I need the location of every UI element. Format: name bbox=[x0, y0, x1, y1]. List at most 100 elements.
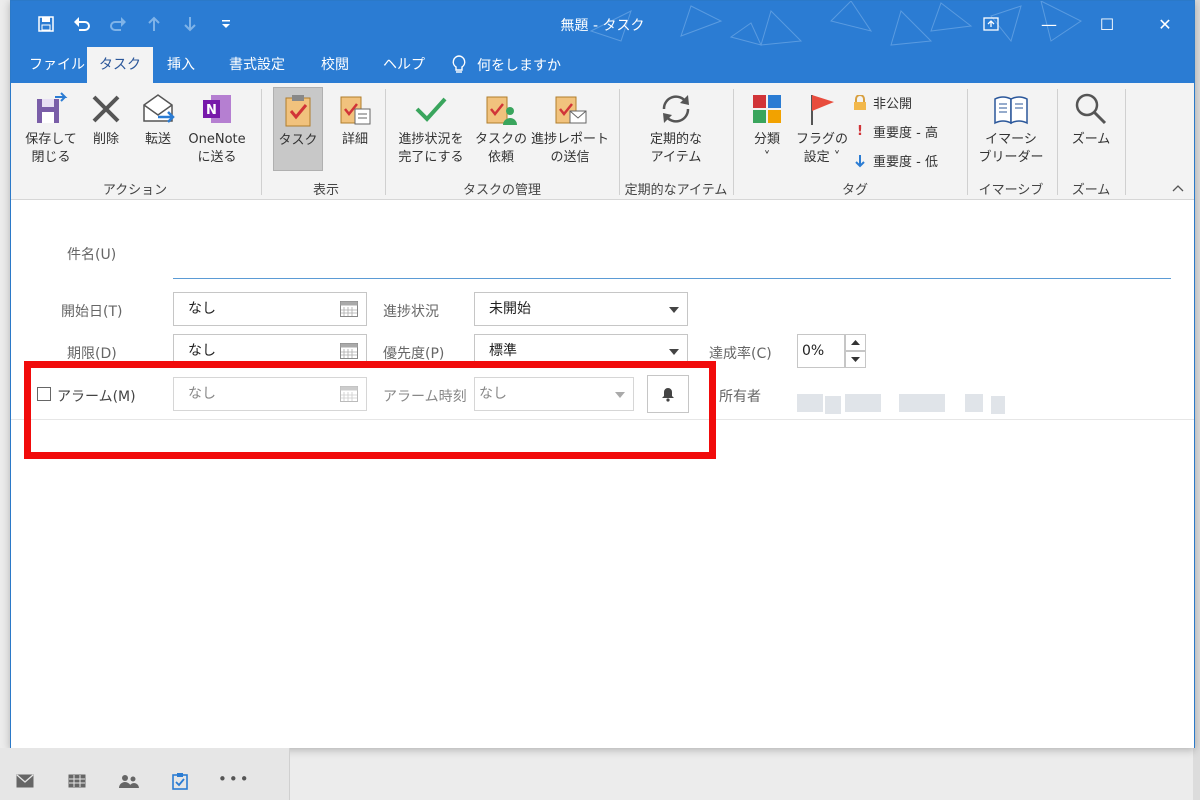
close-button[interactable]: ✕ bbox=[1136, 1, 1194, 47]
immersive-reader-label-2: ブリーダー bbox=[978, 150, 1044, 165]
collapse-ribbon-icon[interactable] bbox=[1172, 181, 1184, 195]
save-close-label-1: 保存して bbox=[25, 132, 77, 147]
start-date-field[interactable]: なし bbox=[173, 292, 367, 326]
tab-review[interactable]: 校閲 bbox=[309, 47, 361, 83]
tab-task[interactable]: タスク bbox=[87, 47, 153, 83]
owner-label: 所有者 bbox=[719, 389, 761, 405]
high-importance-button[interactable]: ! 重要度 - 高 bbox=[853, 122, 938, 141]
ribbon: 保存して 閉じる 削除 転送 N OneNote に送る アクション タスク 詳… bbox=[11, 83, 1194, 200]
increment-button[interactable] bbox=[845, 334, 866, 351]
follow-up-button[interactable]: フラグの 設定 ˅ bbox=[793, 91, 851, 167]
recurrence-label-2: アイテム bbox=[650, 150, 702, 165]
minimize-button[interactable]: — bbox=[1020, 1, 1078, 47]
zoom-label: ズーム bbox=[1071, 132, 1111, 147]
low-importance-icon bbox=[855, 154, 865, 167]
save-close-icon bbox=[37, 92, 68, 123]
tasks-nav-icon[interactable] bbox=[172, 772, 188, 794]
group-label-immersive: イマーシブ bbox=[978, 183, 1044, 198]
immersive-reader-button[interactable]: イマーシ ブリーダー bbox=[973, 91, 1049, 167]
calendar-icon[interactable] bbox=[340, 343, 358, 359]
window-controls: — ☐ ✕ bbox=[962, 1, 1194, 47]
people-icon[interactable] bbox=[118, 774, 140, 792]
group-separator bbox=[733, 89, 734, 195]
task-view-label: タスク bbox=[278, 133, 318, 148]
dropdown-arrow-icon bbox=[669, 349, 679, 355]
group-separator bbox=[967, 89, 968, 195]
group-label-manage: タスクの管理 bbox=[462, 183, 541, 198]
group-label-actions: アクション bbox=[102, 183, 168, 198]
checkmark-icon bbox=[415, 97, 447, 122]
assign-task-label-2: 依頼 bbox=[487, 150, 514, 165]
lightbulb-icon bbox=[452, 55, 466, 73]
tab-format[interactable]: 書式設定 bbox=[217, 47, 297, 83]
recurrence-label-1: 定期的な bbox=[649, 132, 702, 147]
percent-complete-value[interactable]: 0% bbox=[797, 334, 845, 368]
save-close-button[interactable]: 保存して 閉じる bbox=[17, 91, 85, 167]
delete-button[interactable]: 削除 bbox=[83, 91, 129, 149]
save-close-label-2: 閉じる bbox=[31, 150, 71, 165]
recurrence-button[interactable]: 定期的な アイテム bbox=[635, 91, 717, 167]
title-bar: 無題 - タスク — ☐ ✕ bbox=[11, 1, 1194, 47]
mark-complete-label-2: 完了にする bbox=[398, 150, 464, 165]
flag-icon bbox=[811, 95, 834, 125]
ribbon-display-icon[interactable] bbox=[962, 1, 1020, 47]
immersive-reader-icon bbox=[994, 96, 1028, 125]
details-label: 詳細 bbox=[341, 132, 368, 147]
status-select[interactable]: 未開始 bbox=[474, 292, 688, 326]
status-value: 未開始 bbox=[489, 301, 531, 317]
details-view-button[interactable]: 詳細 bbox=[331, 91, 379, 149]
lock-icon bbox=[854, 94, 866, 110]
percent-complete-label: 達成率(C) bbox=[709, 346, 772, 362]
status-report-icon bbox=[555, 96, 587, 124]
low-importance-label: 重要度 - 低 bbox=[873, 155, 938, 170]
high-importance-label: 重要度 - 高 bbox=[873, 126, 938, 141]
delete-icon bbox=[92, 95, 120, 123]
calendar-nav-icon[interactable] bbox=[68, 774, 86, 792]
task-form: 件名(U) 開始日(T) なし 進捗状況 未開始 期限(D) なし 優先度(P)… bbox=[11, 200, 1194, 748]
onenote-button[interactable]: N OneNote に送る bbox=[183, 91, 251, 167]
delete-label: 削除 bbox=[92, 132, 119, 147]
group-separator bbox=[619, 89, 620, 195]
tab-file[interactable]: ファイル bbox=[17, 47, 97, 83]
group-label-recurrence: 定期的なアイテム bbox=[624, 183, 728, 198]
categorize-icon bbox=[753, 95, 781, 123]
send-status-report-label-2: の送信 bbox=[550, 150, 590, 165]
recurrence-icon bbox=[662, 95, 690, 123]
more-options-icon[interactable]: ••• bbox=[218, 770, 251, 788]
maximize-button[interactable]: ☐ bbox=[1078, 1, 1136, 47]
forward-button[interactable]: 転送 bbox=[133, 91, 183, 149]
categorize-button[interactable]: 分類 ˅ bbox=[745, 91, 789, 167]
immersive-reader-label-1: イマーシ bbox=[985, 132, 1037, 147]
mark-complete-button[interactable]: 進捗状況を 完了にする bbox=[391, 91, 471, 167]
magnifier-icon bbox=[1075, 93, 1107, 125]
assign-task-button[interactable]: タスクの 依頼 bbox=[473, 91, 529, 167]
low-importance-button[interactable]: 重要度 - 低 bbox=[853, 151, 938, 170]
onenote-label-1: OneNote bbox=[188, 132, 246, 147]
details-icon bbox=[340, 96, 371, 125]
group-separator bbox=[261, 89, 262, 195]
priority-value: 標準 bbox=[489, 343, 517, 359]
follow-up-label-2: 設定 ˅ bbox=[803, 150, 841, 165]
tab-help[interactable]: ヘルプ bbox=[371, 47, 437, 83]
subject-input[interactable] bbox=[173, 278, 1171, 279]
tab-insert[interactable]: 挿入 bbox=[155, 47, 207, 83]
assign-task-label-1: タスクの bbox=[474, 132, 527, 147]
assign-task-icon bbox=[486, 96, 517, 125]
due-date-label: 期限(D) bbox=[67, 346, 117, 362]
send-status-report-button[interactable]: 進捗レポート の送信 bbox=[529, 91, 611, 167]
calendar-icon[interactable] bbox=[340, 301, 358, 317]
categorize-label-1: 分類 bbox=[753, 132, 780, 147]
private-label: 非公開 bbox=[873, 97, 913, 112]
group-label-zoom: ズーム bbox=[1071, 183, 1111, 198]
group-separator bbox=[385, 89, 386, 195]
private-button[interactable]: 非公開 bbox=[853, 93, 912, 112]
decrement-button[interactable] bbox=[845, 351, 866, 368]
onenote-icon: N bbox=[203, 95, 231, 123]
start-date-label: 開始日(T) bbox=[61, 304, 123, 320]
tell-me-box[interactable]: 何をしますか bbox=[451, 47, 561, 83]
zoom-button[interactable]: ズーム bbox=[1063, 91, 1119, 149]
mail-icon[interactable] bbox=[16, 774, 34, 792]
task-view-button[interactable]: タスク bbox=[273, 87, 323, 171]
percent-complete-stepper[interactable]: 0% bbox=[797, 334, 867, 368]
ribbon-tabs: ファイル タスク 挿入 書式設定 校閲 ヘルプ 何をしますか bbox=[11, 47, 1194, 83]
